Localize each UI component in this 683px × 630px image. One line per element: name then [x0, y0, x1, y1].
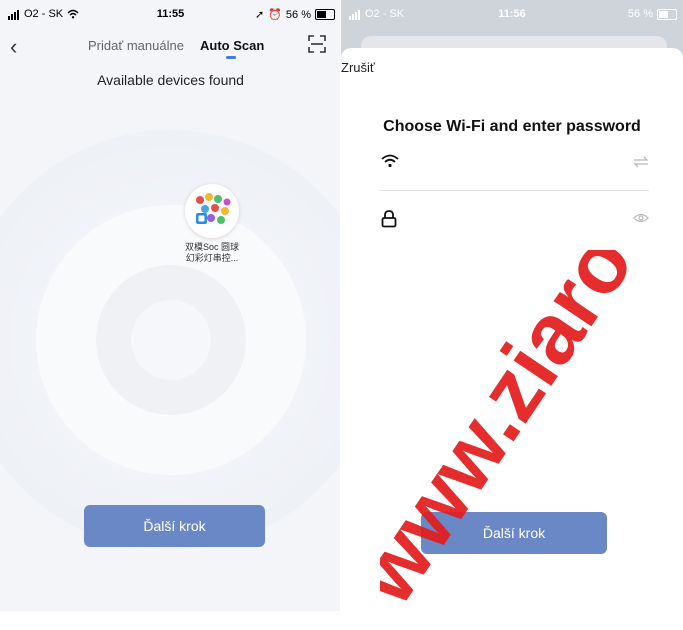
wifi-modal-sheet: Zrušiť Choose Wi-Fi and enter password Ď… [341, 48, 683, 611]
wifi-icon [381, 154, 399, 168]
next-step-button[interactable]: Ďalší krok [84, 505, 265, 547]
location-icon: ➚ [255, 9, 265, 21]
wifi-modal-title: Choose Wi-Fi and enter password [383, 118, 641, 135]
battery-label: 56 % [285, 8, 311, 21]
status-bar: O2 - SK 11:55 ➚ ⏰ 56 % [0, 0, 341, 28]
next-step-button-wifi[interactable]: Ďalší krok [421, 512, 607, 554]
auto-scan-screen: O2 - SK 11:55 ➚ ⏰ 56 % ‹ Pridať manuálne… [0, 0, 341, 611]
found-device[interactable]: 双模Soc 圆球 幻彩灯串控... [183, 184, 241, 264]
device-name-line1: 双模Soc 圆球 [184, 242, 239, 252]
eye-icon[interactable] [633, 212, 649, 224]
active-tab-indicator [226, 56, 236, 59]
tab-auto-scan[interactable]: Auto Scan [200, 38, 264, 53]
device-name: 双模Soc 圆球 幻彩灯串控... [183, 242, 241, 264]
wifi-password-input[interactable] [413, 210, 617, 234]
battery-label: 56 % [627, 8, 653, 20]
tab-manual-add[interactable]: Pridať manuálne [88, 38, 184, 53]
wifi-name-input[interactable] [413, 154, 617, 178]
top-nav: ‹ Pridať manuálne Auto Scan [0, 28, 341, 62]
status-right: ➚ ⏰ 56 % [255, 8, 335, 21]
radar-center [131, 300, 211, 380]
status-bar-dimmed: O2 - SK 11:56 56 % [341, 0, 683, 28]
light-string-icon [185, 184, 239, 238]
battery-icon [657, 8, 677, 20]
wifi-setup-screen: O2 - SK 11:56 56 % Zrušiť Choose Wi-Fi a… [341, 0, 683, 611]
wifi-network-row[interactable] [379, 148, 649, 191]
found-title: Available devices found [97, 72, 244, 88]
lock-icon [381, 210, 397, 228]
battery-icon [315, 9, 335, 20]
chevron-left-icon[interactable]: ‹ [10, 34, 17, 60]
status-right: 56 % [628, 8, 677, 20]
wifi-password-row[interactable] [379, 204, 649, 234]
alarm-icon: ⏰ [268, 9, 282, 21]
scan-frame-icon[interactable] [307, 34, 327, 54]
cancel-button[interactable]: Zrušiť [341, 60, 375, 75]
device-name-line2: 幻彩灯串控... [185, 253, 239, 263]
swap-arrows-icon[interactable] [633, 156, 649, 168]
